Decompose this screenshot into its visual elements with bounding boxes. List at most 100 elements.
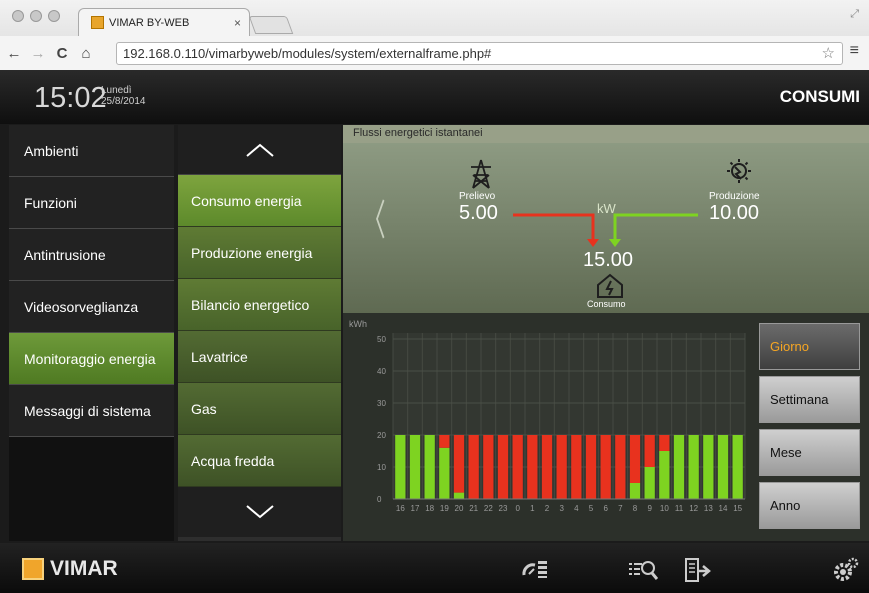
x-tick-label: 7 [618, 504, 623, 513]
vimar-app: 15:02 Lunedì 25/8/2014 CONSUMI Ambienti … [0, 70, 869, 593]
bar-red [571, 435, 582, 499]
submenu-item-bilancio-energetico[interactable]: Bilancio energetico [178, 279, 341, 331]
energy-meter-icon[interactable] [521, 557, 549, 579]
browser-chrome: VIMAR BY-WEB × ⤢ ← → C ⌂ 192.168.0.110/v… [0, 0, 869, 70]
bar-red [483, 435, 494, 499]
menu-item-funzioni[interactable]: Funzioni [9, 177, 174, 229]
back-button[interactable]: ← [4, 45, 24, 62]
forward-button[interactable]: → [28, 45, 48, 62]
consumo-value: 15.00 [583, 249, 634, 271]
y-tick-label: 50 [377, 335, 386, 344]
sub-menu: Consumo energia Produzione energia Bilan… [178, 125, 341, 541]
clock-date: Lunedì 25/8/2014 [101, 85, 146, 107]
zoom-window-button[interactable] [48, 10, 60, 22]
flow-unit: kW [597, 201, 616, 216]
y-tick-label: 10 [377, 463, 386, 472]
submenu-item-produzione-energia[interactable]: Produzione energia [178, 227, 341, 279]
x-tick-label: 16 [396, 504, 405, 513]
scroll-down-button[interactable] [178, 487, 341, 537]
period-button-settimana[interactable]: Settimana [759, 376, 860, 423]
x-tick-label: 17 [411, 504, 420, 513]
energy-content: Flussi energetici istantanei 〈 Prelievo … [343, 125, 869, 541]
period-button-anno[interactable]: Anno [759, 482, 860, 529]
vimar-favicon-icon [91, 16, 104, 29]
consumption-bar-chart: 01020304050kWh16 17 18 19 20 21 22 23 0 1 2 3 4 5 6 7 8 9… [349, 319, 746, 513]
x-tick-label: 12 [689, 504, 698, 513]
tab-title: VIMAR BY-WEB [109, 16, 190, 29]
x-tick-label: 14 [719, 504, 728, 513]
menu-item-antintrusione[interactable]: Antintrusione [9, 229, 174, 281]
x-tick-label: 23 [499, 504, 508, 513]
clock-day: Lunedì [101, 85, 132, 96]
browser-tab[interactable]: VIMAR BY-WEB × [78, 8, 250, 36]
submenu-item-consumo-energia[interactable]: Consumo energia [178, 175, 341, 227]
pylon-icon [471, 159, 491, 189]
submenu-item-gas[interactable]: Gas [178, 383, 341, 435]
bar-green [439, 447, 450, 499]
menu-item-videosorveglianza[interactable]: Videosorveglianza [9, 281, 174, 333]
scroll-up-button[interactable] [178, 125, 341, 175]
period-button-mese[interactable]: Mese [759, 429, 860, 476]
reload-button[interactable]: C [52, 45, 72, 62]
vimar-logo-text: VIMAR [50, 557, 118, 580]
bar-red [527, 435, 538, 499]
prelievo-value: 5.00 [459, 202, 498, 224]
consumo-label: Consumo [587, 299, 626, 309]
y-tick-label: 30 [377, 399, 386, 408]
bar-red [541, 435, 553, 499]
menu-item-monitoraggio-energia[interactable]: Monitoraggio energia [9, 333, 174, 385]
minimize-window-button[interactable] [30, 10, 42, 22]
bar-red [556, 435, 567, 499]
bar-red [439, 435, 450, 448]
clock-date-value: 25/8/2014 [101, 96, 146, 107]
x-tick-label: 0 [515, 504, 520, 513]
x-tick-label: 13 [704, 504, 713, 513]
bar-green [629, 483, 641, 499]
submenu-item-acqua-fredda[interactable]: Acqua fredda [178, 435, 341, 487]
close-window-button[interactable] [12, 10, 24, 22]
bar-red [629, 435, 641, 483]
bar-red [585, 435, 597, 499]
prelievo-arrowhead [587, 239, 599, 247]
x-tick-label: 9 [647, 504, 652, 513]
app-footer: VIMAR [0, 543, 869, 593]
home-button[interactable]: ⌂ [76, 45, 96, 62]
menu-item-messaggi-di-sistema[interactable]: Messaggi di sistema [9, 385, 174, 437]
x-tick-label: 20 [455, 504, 464, 513]
bookmark-star-icon[interactable]: ☆ [822, 44, 835, 62]
bar-red [468, 435, 479, 499]
y-tick-label: 40 [377, 367, 386, 376]
period-button-giorno[interactable]: Giorno [759, 323, 860, 370]
x-tick-label: 5 [589, 504, 594, 513]
menu-item-ambienti[interactable]: Ambienti [9, 125, 174, 177]
bar-green [688, 435, 699, 499]
page-title: CONSUMI [779, 87, 860, 106]
x-tick-label: 10 [660, 504, 669, 513]
search-list-icon[interactable] [628, 557, 658, 581]
bar-red [497, 435, 509, 499]
bar-green [409, 435, 421, 499]
consumption-chart-panel: 0 10 20 30 40 50 kWh 16 17 18 19 20 21 22 23 0 1 2 3 4 5 6 7 8 9… [343, 313, 869, 541]
x-tick-label: 4 [574, 504, 579, 513]
bar-green [703, 435, 714, 499]
chevron-up-icon [245, 143, 274, 157]
settings-gear-icon[interactable] [832, 557, 860, 583]
y-axis-label: kWh [349, 319, 367, 329]
submenu-item-lavatrice[interactable]: Lavatrice [178, 331, 341, 383]
main-menu: Ambienti Funzioni Antintrusione Videosor… [9, 125, 174, 541]
address-bar[interactable]: 192.168.0.110/vimarbyweb/modules/system/… [116, 42, 843, 65]
bar-red [512, 435, 523, 499]
window-controls [12, 10, 60, 22]
browser-menu-icon[interactable]: ≡ [850, 42, 859, 60]
x-tick-label: 11 [675, 504, 684, 513]
bar-red [644, 435, 655, 467]
export-document-icon[interactable] [683, 557, 711, 583]
fullscreen-icon[interactable]: ⤢ [850, 8, 859, 21]
nav-bar: ← → C ⌂ 192.168.0.110/vimarbyweb/modules… [0, 36, 869, 70]
bar-green [424, 435, 435, 499]
new-tab-button[interactable] [248, 16, 294, 34]
tab-close-icon[interactable]: × [234, 16, 241, 30]
bar-green [644, 467, 655, 499]
app-header: 15:02 Lunedì 25/8/2014 CONSUMI [0, 70, 869, 124]
clock-time: 15:02 [34, 82, 107, 114]
